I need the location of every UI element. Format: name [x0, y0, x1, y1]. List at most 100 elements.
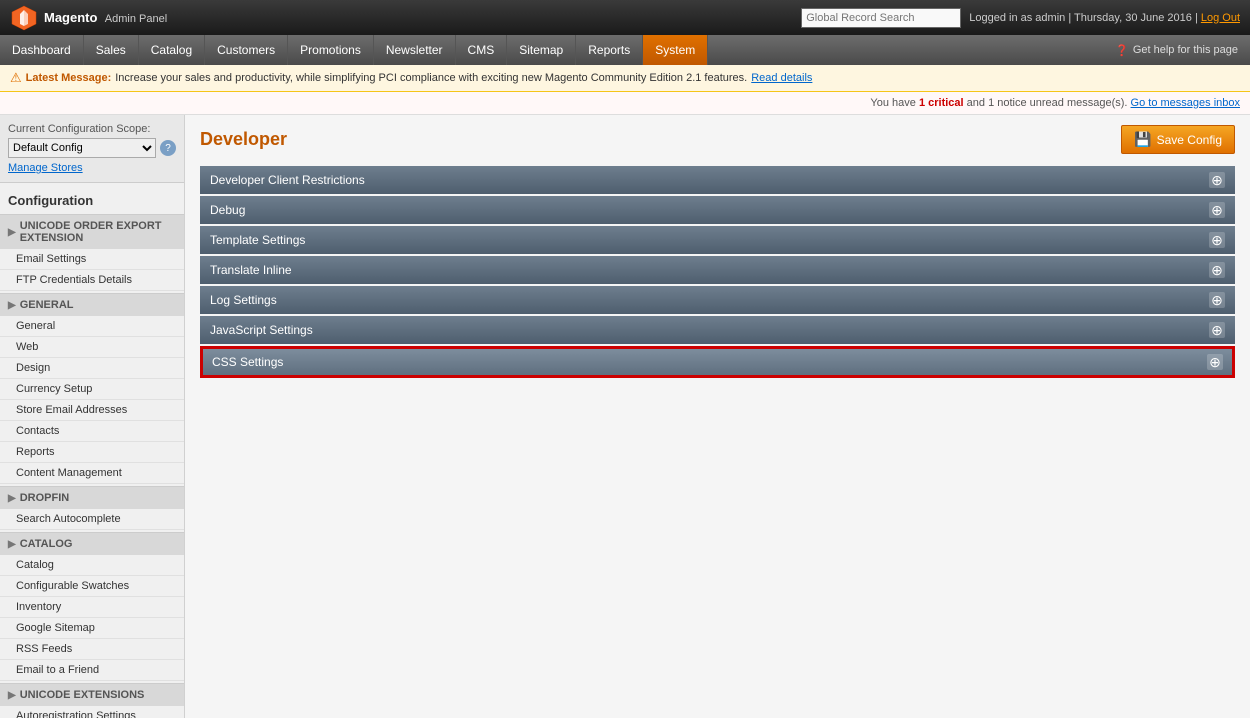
sidebar-group-items-dropfin: Search Autocomplete: [0, 509, 184, 530]
section-label: Debug: [210, 203, 245, 217]
magento-logo-icon: [10, 4, 38, 32]
sidebar-group-dropfin: ▶ DROPFIN Search Autocomplete: [0, 486, 184, 530]
section-debug: Debug ⊕: [200, 196, 1235, 224]
sidebar-group-items-general: General Web Design Currency Setup Store …: [0, 316, 184, 484]
section-css-settings: CSS Settings ⊕: [200, 346, 1235, 378]
nav-catalog[interactable]: Catalog: [139, 35, 205, 65]
sidebar-group-header-catalog[interactable]: ▶ CATALOG: [0, 532, 184, 555]
scope-help-icon[interactable]: ?: [160, 140, 176, 156]
toggle-icon[interactable]: ⊕: [1209, 172, 1225, 188]
section-label: Template Settings: [210, 233, 305, 247]
manage-stores-link[interactable]: Manage Stores: [8, 162, 176, 174]
toggle-icon[interactable]: ⊕: [1209, 202, 1225, 218]
sidebar-group-unicode-extensions: ▶ UNICODE EXTENSIONS Autoregistration Se…: [0, 683, 184, 718]
sidebar-item-search-autocomplete[interactable]: Search Autocomplete: [0, 509, 184, 530]
toggle-icon[interactable]: ⊕: [1209, 292, 1225, 308]
top-bar: Magento Admin Panel Logged in as admin |…: [0, 0, 1250, 35]
sidebar-group-unicode-order: ▶ UNICODE ORDER EXPORT EXTENSION Email S…: [0, 214, 184, 291]
scope-select[interactable]: Default Config: [8, 138, 156, 158]
sidebar-group-header-general[interactable]: ▶ GENERAL: [0, 293, 184, 316]
config-scope: Current Configuration Scope: Default Con…: [0, 115, 184, 183]
chevron-icon: ▶: [8, 227, 16, 238]
chevron-icon: ▶: [8, 539, 16, 550]
nav-customers[interactable]: Customers: [205, 35, 288, 65]
sidebar-item-autoregistration-settings[interactable]: Autoregistration Settings: [0, 706, 184, 718]
toggle-icon[interactable]: ⊕: [1209, 322, 1225, 338]
sidebar-item-design[interactable]: Design: [0, 358, 184, 379]
help-link[interactable]: ❓ Get help for this page: [1103, 35, 1250, 65]
critical-text: You have: [870, 97, 915, 109]
section-header-log-settings[interactable]: Log Settings ⊕: [200, 286, 1235, 314]
sidebar-group-header-unicode-order[interactable]: ▶ UNICODE ORDER EXPORT EXTENSION: [0, 214, 184, 249]
notice-bar: ⚠ Latest Message: Increase your sales an…: [0, 65, 1250, 92]
group-label: UNICODE EXTENSIONS: [20, 689, 145, 701]
chevron-icon: ▶: [8, 690, 16, 701]
sidebar-item-general[interactable]: General: [0, 316, 184, 337]
sidebar-item-email-to-friend[interactable]: Email to a Friend: [0, 660, 184, 681]
nav-newsletter[interactable]: Newsletter: [374, 35, 456, 65]
sidebar-group-general: ▶ GENERAL General Web Design Currency Se…: [0, 293, 184, 484]
section-header-debug[interactable]: Debug ⊕: [200, 196, 1235, 224]
nav-sales[interactable]: Sales: [84, 35, 139, 65]
critical-count: 1 critical: [919, 97, 964, 109]
toggle-icon[interactable]: ⊕: [1209, 262, 1225, 278]
sidebar-item-email-settings[interactable]: Email Settings: [0, 249, 184, 270]
scope-select-row: Default Config ?: [8, 138, 176, 158]
save-config-label: Save Config: [1157, 133, 1222, 147]
section-javascript-settings: JavaScript Settings ⊕: [200, 316, 1235, 344]
nav-sitemap[interactable]: Sitemap: [507, 35, 576, 65]
section-header-developer-client-restrictions[interactable]: Developer Client Restrictions ⊕: [200, 166, 1235, 194]
notice-read-details-link[interactable]: Read details: [751, 72, 812, 84]
sidebar-group-header-dropfin[interactable]: ▶ DROPFIN: [0, 486, 184, 509]
top-right-area: Logged in as admin | Thursday, 30 June 2…: [801, 0, 1240, 35]
sidebar-item-reports[interactable]: Reports: [0, 442, 184, 463]
section-header-template-settings[interactable]: Template Settings ⊕: [200, 226, 1235, 254]
sidebar-item-google-sitemap[interactable]: Google Sitemap: [0, 618, 184, 639]
logout-link[interactable]: Log Out: [1201, 12, 1240, 24]
toggle-icon[interactable]: ⊕: [1209, 232, 1225, 248]
logged-in-info: Logged in as admin | Thursday, 30 June 2…: [969, 12, 1240, 24]
main-layout: Current Configuration Scope: Default Con…: [0, 115, 1250, 718]
sidebar-item-ftp-credentials[interactable]: FTP Credentials Details: [0, 270, 184, 291]
scope-label: Current Configuration Scope:: [8, 123, 176, 135]
sidebar-config-title: Configuration: [0, 183, 184, 214]
sidebar-item-rss-feeds[interactable]: RSS Feeds: [0, 639, 184, 660]
critical-suffix: unread message(s).: [1030, 97, 1128, 109]
section-header-css-settings[interactable]: CSS Settings ⊕: [202, 348, 1233, 376]
sidebar-item-catalog[interactable]: Catalog: [0, 555, 184, 576]
section-header-translate-inline[interactable]: Translate Inline ⊕: [200, 256, 1235, 284]
nav-reports[interactable]: Reports: [576, 35, 643, 65]
sidebar-group-catalog: ▶ CATALOG Catalog Configurable Swatches …: [0, 532, 184, 681]
login-date: Thursday, 30 June 2016: [1074, 12, 1192, 24]
help-label: Get help for this page: [1133, 44, 1238, 56]
nav-bar: Dashboard Sales Catalog Customers Promot…: [0, 35, 1250, 65]
save-config-button[interactable]: 💾 Save Config: [1121, 125, 1235, 154]
notice-count: 1 notice: [988, 97, 1027, 109]
sidebar-item-inventory[interactable]: Inventory: [0, 597, 184, 618]
warning-icon: ⚠: [10, 70, 22, 86]
critical-and: and: [967, 97, 985, 109]
messages-inbox-link[interactable]: Go to messages inbox: [1131, 97, 1240, 109]
global-search-input[interactable]: [801, 8, 961, 28]
sidebar-item-contacts[interactable]: Contacts: [0, 421, 184, 442]
notice-label: Latest Message:: [26, 72, 112, 84]
toggle-icon[interactable]: ⊕: [1207, 354, 1223, 370]
section-header-javascript-settings[interactable]: JavaScript Settings ⊕: [200, 316, 1235, 344]
sidebar-item-currency-setup[interactable]: Currency Setup: [0, 379, 184, 400]
sidebar-item-store-email-addresses[interactable]: Store Email Addresses: [0, 400, 184, 421]
content-area: Developer 💾 Save Config Developer Client…: [185, 115, 1250, 718]
group-label: DROPFIN: [20, 492, 70, 504]
nav-promotions[interactable]: Promotions: [288, 35, 374, 65]
logged-in-as: Logged in as admin: [969, 12, 1065, 24]
chevron-icon: ▶: [8, 300, 16, 311]
nav-cms[interactable]: CMS: [456, 35, 508, 65]
save-config-icon: 💾: [1134, 131, 1151, 148]
sidebar-item-content-management[interactable]: Content Management: [0, 463, 184, 484]
nav-dashboard[interactable]: Dashboard: [0, 35, 84, 65]
logo-area: Magento Admin Panel: [10, 4, 167, 32]
nav-system[interactable]: System: [643, 35, 708, 65]
group-label: GENERAL: [20, 299, 74, 311]
sidebar-item-web[interactable]: Web: [0, 337, 184, 358]
sidebar-item-configurable-swatches[interactable]: Configurable Swatches: [0, 576, 184, 597]
section-label: Developer Client Restrictions: [210, 173, 365, 187]
